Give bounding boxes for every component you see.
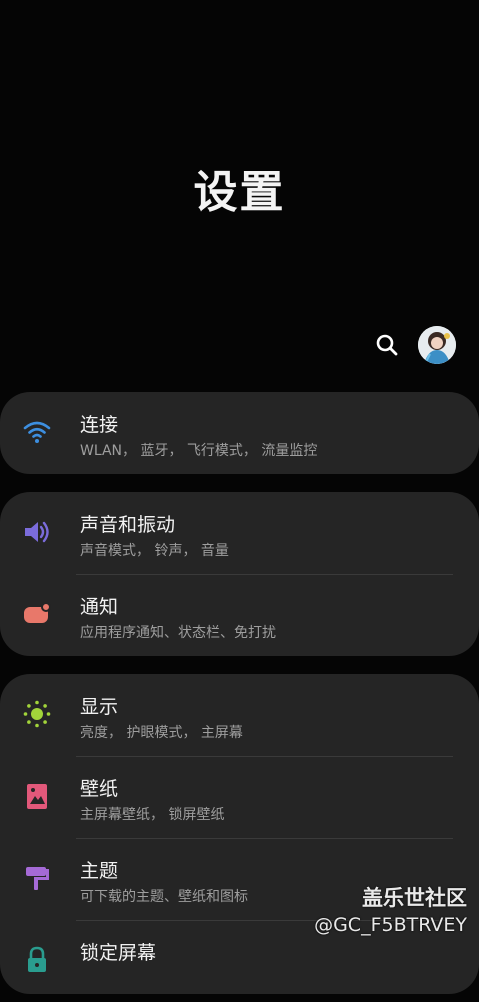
settings-item-label: 锁定屏幕 xyxy=(80,942,157,964)
settings-item-wallpaper[interactable]: 壁纸 主屏幕壁纸， 锁屏壁纸 xyxy=(0,756,479,838)
lock-icon xyxy=(28,946,46,972)
settings-item-connections[interactable]: 连接 WLAN， 蓝牙， 飞行模式， 流量监控 xyxy=(0,392,479,474)
settings-item-label: 通知 xyxy=(80,596,119,618)
settings-item-sound[interactable]: 声音和振动 声音模式， 铃声， 音量 xyxy=(0,492,479,574)
settings-item-display[interactable]: 显示 亮度， 护眼模式， 主屏幕 xyxy=(0,674,479,756)
settings-item-description: WLAN， 蓝牙， 飞行模式， 流量监控 xyxy=(80,443,318,459)
settings-item-description: 可下载的主题、壁纸和图标 xyxy=(80,889,248,905)
sound-icon xyxy=(25,521,49,543)
settings-item-description: 声音模式， 铃声， 音量 xyxy=(80,543,229,559)
settings-item-description: 亮度， 护眼模式， 主屏幕 xyxy=(80,725,243,741)
settings-group-connections: 连接 WLAN， 蓝牙， 飞行模式， 流量监控 xyxy=(0,392,479,474)
watermark-community: 盖乐世社区 xyxy=(362,886,467,910)
settings-item-label: 显示 xyxy=(80,696,119,718)
settings-item-notifications[interactable]: 通知 应用程序通知、状态栏、免打扰 xyxy=(0,574,479,656)
theme-brush-icon xyxy=(26,867,49,890)
watermark-user-id: @GC_F5BTRVEY xyxy=(314,914,467,936)
search-icon[interactable] xyxy=(372,330,402,360)
settings-item-description: 主屏幕壁纸， 锁屏壁纸 xyxy=(80,807,225,823)
settings-item-label: 声音和振动 xyxy=(80,514,176,536)
notification-icon xyxy=(24,602,51,623)
brightness-icon xyxy=(23,700,51,728)
wallpaper-icon xyxy=(27,784,47,809)
settings-group-sound-notifications: 声音和振动 声音模式， 铃声， 音量 通知 应用程序通知、状态栏、免打扰 xyxy=(0,492,479,656)
settings-item-label: 壁纸 xyxy=(80,778,119,800)
settings-item-label: 主题 xyxy=(80,860,119,882)
settings-group-display: 显示 亮度， 护眼模式， 主屏幕 壁纸 主屏幕壁纸， 锁屏壁纸 主题 可下载的主… xyxy=(0,674,479,994)
settings-item-description: 应用程序通知、状态栏、免打扰 xyxy=(80,625,276,641)
wifi-icon xyxy=(23,421,51,443)
settings-item-label: 连接 xyxy=(80,414,119,436)
page-title: 设置 xyxy=(193,167,286,218)
avatar[interactable] xyxy=(418,326,456,364)
